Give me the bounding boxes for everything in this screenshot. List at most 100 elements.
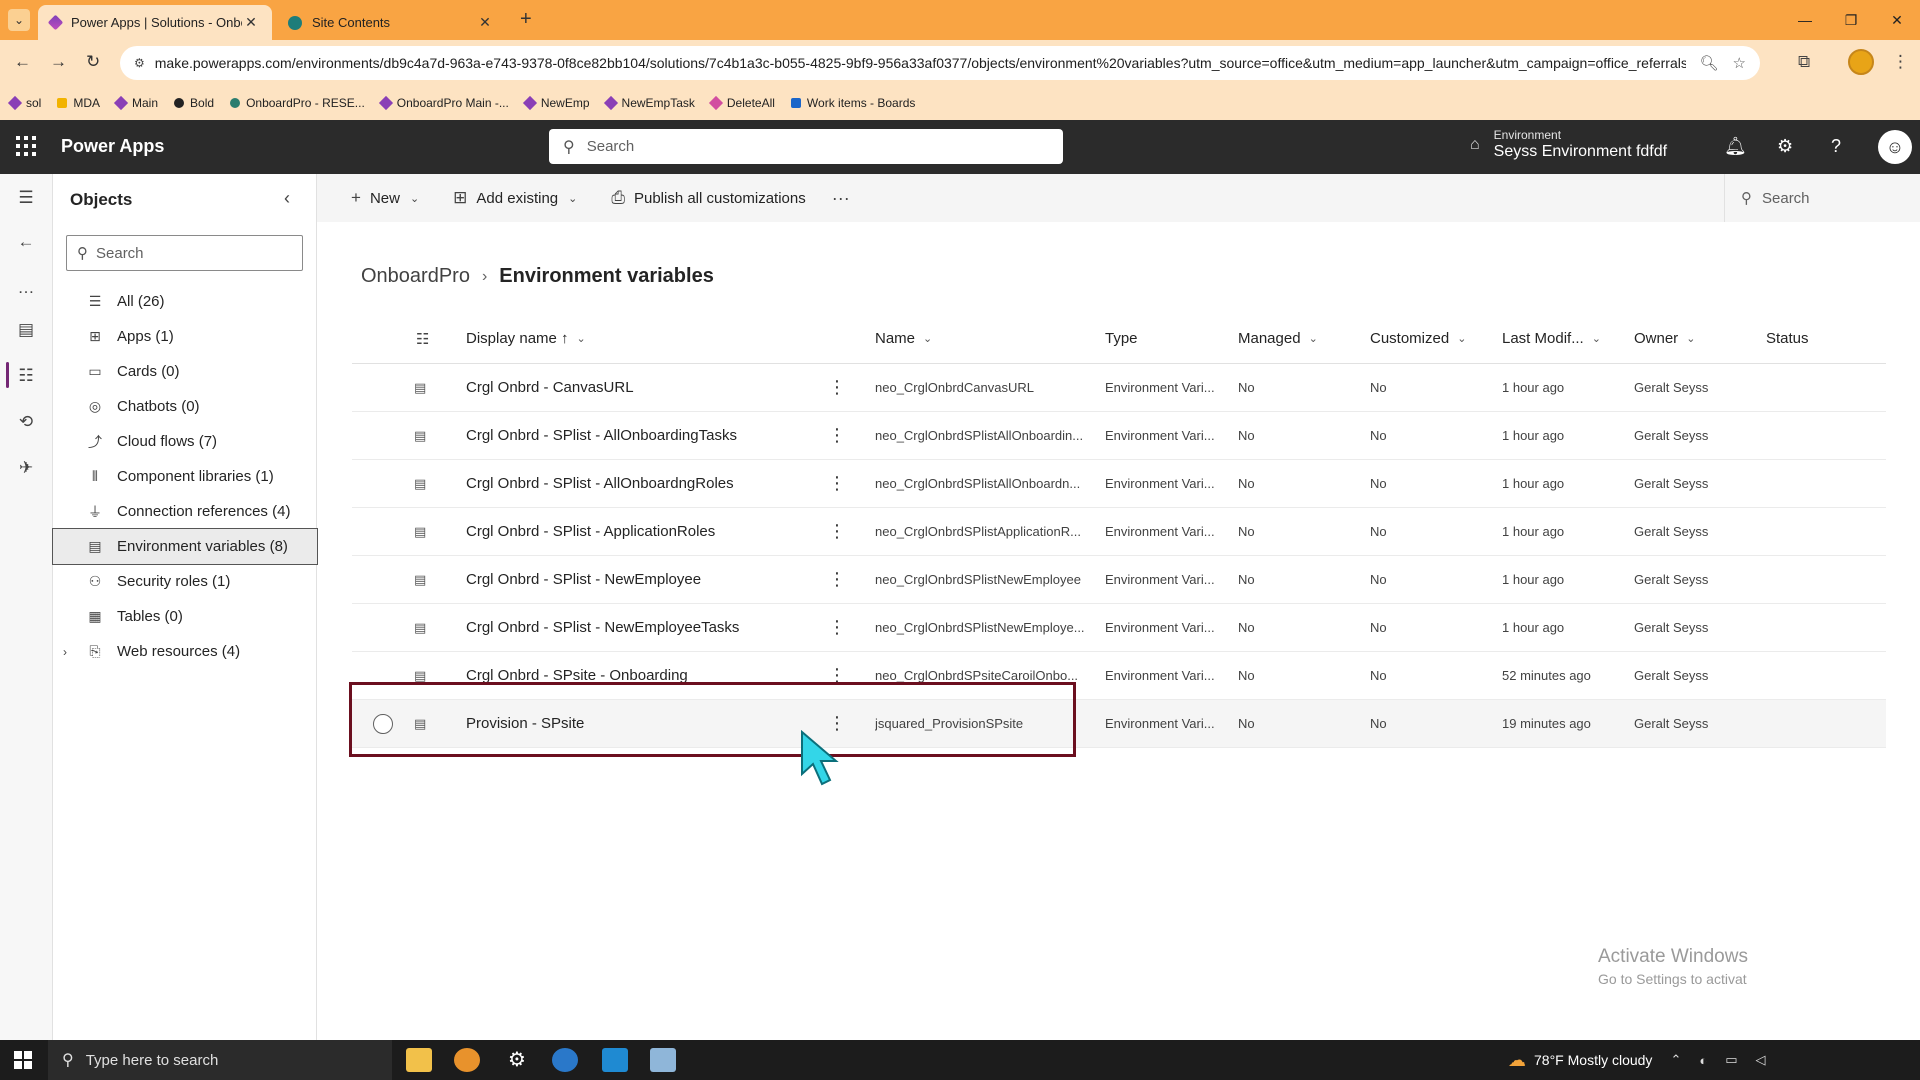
close-icon[interactable]: ✕ [476,14,494,31]
back-icon[interactable]: ← [14,52,31,72]
bookmark-item[interactable]: OnboardPro Main -... [378,95,509,111]
row-display-name[interactable]: Crgl Onbrd - SPlist - NewEmployee [466,556,796,603]
objects-search-input[interactable]: ⚲ Search [66,235,303,271]
address-bar[interactable]: ⚙ make.powerapps.com/environments/db9c4a… [120,46,1760,80]
objects-item-connection-references[interactable]: ⏚ Connection references (4) [53,494,317,529]
restore-icon[interactable]: ❐ [1828,0,1874,40]
header-search-input[interactable]: ⚲ Search [549,129,1063,164]
volume-icon[interactable]: ◁ [1756,1052,1766,1068]
more-actions-icon[interactable]: ⋮ [827,556,847,603]
more-actions-icon[interactable]: ⋮ [827,412,847,459]
settings-icon[interactable]: ⚙ [504,1048,530,1072]
edge-icon[interactable] [552,1048,578,1072]
row-display-name[interactable]: Crgl Onbrd - SPlist - ApplicationRoles [466,508,796,555]
more-actions-icon[interactable]: ⋮ [827,460,847,507]
table-row[interactable]: ▤ Crgl Onbrd - CanvasURL ⋮ neo_CrglOnbrd… [352,364,1886,412]
zoom-icon[interactable]: 🔍︎ [1700,54,1719,72]
more-commands-icon[interactable]: ··· [832,188,850,209]
row-display-name[interactable]: Crgl Onbrd - SPlist - NewEmployeeTasks [466,604,796,651]
history-icon[interactable]: ⟲ [14,412,38,432]
more-actions-icon[interactable]: ⋮ [827,604,847,651]
close-icon[interactable]: ✕ [242,14,260,31]
collapse-panel-icon[interactable]: ‹ [284,188,290,209]
objects-item-chatbots[interactable]: ◎ Chatbots (0) [53,389,317,424]
column-header-owner[interactable]: Owner ⌄ [1634,314,1759,363]
bookmark-item[interactable]: Main [113,95,158,111]
tab-search-dropdown[interactable]: ⌄ [8,9,30,31]
objects-item-web-resources[interactable]: › ⎘ Web resources (4) [53,634,317,669]
table-row[interactable]: ▤ Provision - SPsite ⋮ jsquared_Provisio… [352,700,1886,748]
weather-status[interactable]: Mostly cloudy [1568,1052,1653,1068]
browser-tab-power-apps[interactable]: Power Apps | Solutions - Onboa ✕ [38,5,272,40]
environment-picker[interactable]: ⌂ Environment Seyss Environment fdfdf [1470,128,1667,161]
browser-tab-site-contents[interactable]: Site Contents ✕ [276,5,506,40]
table-row[interactable]: ▤ Crgl Onbrd - SPlist - NewEmployee ⋮ ne… [352,556,1886,604]
row-display-name[interactable]: Provision - SPsite [466,700,796,747]
table-row[interactable]: ▤ Crgl Onbrd - SPlist - ApplicationRoles… [352,508,1886,556]
bookmark-item[interactable]: sol [7,95,41,111]
network-icon[interactable]: ◐ [1699,1053,1707,1068]
profile-avatar[interactable] [1848,49,1874,75]
objects-item-cards[interactable]: ▭ Cards (0) [53,354,317,389]
more-icon[interactable]: … [14,278,38,298]
column-header-last-modified[interactable]: Last Modif... ⌄ [1502,314,1627,363]
publish-all-button[interactable]: ⎙ Publish all customizations [611,188,805,208]
objects-item-apps[interactable]: ⊞ Apps (1) [53,319,317,354]
bookmark-item[interactable]: Work items - Boards [790,96,915,110]
row-display-name[interactable]: Crgl Onbrd - CanvasURL [466,364,796,411]
chrome-icon[interactable] [454,1048,480,1072]
command-search-input[interactable]: ⚲ Search [1724,174,1920,222]
file-explorer-icon[interactable] [406,1048,432,1072]
table-row[interactable]: ▤ Crgl Onbrd - SPlist - AllOnboardingTas… [352,412,1886,460]
more-actions-icon[interactable]: ⋮ [827,508,847,555]
pipelines-icon[interactable]: ✈ [14,458,38,478]
temperature[interactable]: 78°F [1534,1052,1564,1068]
chevron-right-icon[interactable]: › [63,645,67,659]
chevron-up-icon[interactable]: ⌃ [1670,1052,1681,1068]
more-actions-icon[interactable]: ⋮ [827,364,847,411]
column-header-customized[interactable]: Customized ⌄ [1370,314,1492,363]
app-launcher-icon[interactable] [16,136,36,156]
gear-icon[interactable]: ⚙ [1777,136,1793,157]
objects-item-environment-variables[interactable]: ▤ Environment variables (8) [52,528,318,565]
site-info-icon[interactable]: ⚙ [134,56,145,70]
back-arrow-icon[interactable]: ← [14,232,38,252]
new-button[interactable]: + New ⌄ [351,188,419,208]
table-row[interactable]: ▤ Crgl Onbrd - SPlist - NewEmployeeTasks… [352,604,1886,652]
app-name[interactable]: Power Apps [61,136,164,157]
add-existing-button[interactable]: ⊞ Add existing ⌄ [453,188,577,208]
more-actions-icon[interactable]: ⋮ [827,652,847,699]
bell-icon[interactable]: 🔔︎ [1724,136,1747,157]
hamburger-icon[interactable]: ☰ [14,188,38,208]
row-options-icon[interactable]: ☷ [416,314,436,363]
url-text[interactable]: make.powerapps.com/environments/db9c4a7d… [155,55,1686,71]
reload-icon[interactable]: ↻ [86,52,100,72]
minimize-icon[interactable]: — [1782,0,1828,40]
taskbar-search-input[interactable]: ⚲ Type here to search [48,1040,392,1080]
display-icon[interactable]: ▭ [1725,1052,1737,1068]
bookmark-item[interactable]: Bold [174,96,214,110]
column-header-managed[interactable]: Managed ⌄ [1238,314,1348,363]
column-header-display-name[interactable]: Display name ↑ ⌄ [466,314,796,363]
objects-item-component-libraries[interactable]: ⫴ Component libraries (1) [53,459,317,494]
bookmark-item[interactable]: NewEmpTask [603,95,695,111]
user-avatar[interactable]: ☺ [1878,130,1912,164]
windows-start-icon[interactable] [14,1051,32,1069]
column-header-status[interactable]: Status [1766,314,1866,363]
column-header-name[interactable]: Name ⌄ [875,314,1085,363]
bookmark-star-icon[interactable]: ☆ [1733,54,1746,72]
forward-icon[interactable]: → [50,52,67,72]
weather-icon[interactable]: ☁ [1508,1050,1526,1071]
row-display-name[interactable]: Crgl Onbrd - SPlist - AllOnboardngRoles [466,460,796,507]
extensions-icon[interactable]: ⧉ [1798,52,1810,72]
breadcrumb-parent[interactable]: OnboardPro [361,265,470,288]
new-tab-button[interactable]: + [520,8,532,31]
objects-item-tables[interactable]: ▦ Tables (0) [53,599,317,634]
help-icon[interactable]: ? [1831,136,1841,157]
objects-item-all[interactable]: ☰ All (26) [53,284,317,319]
app-icon[interactable] [650,1048,676,1072]
row-display-name[interactable]: Crgl Onbrd - SPsite - Onboarding [466,652,796,699]
bookmark-item[interactable]: OnboardPro - RESE... [230,96,365,110]
vscode-icon[interactable] [602,1048,628,1072]
objects-item-security-roles[interactable]: ⚇ Security roles (1) [53,564,317,599]
